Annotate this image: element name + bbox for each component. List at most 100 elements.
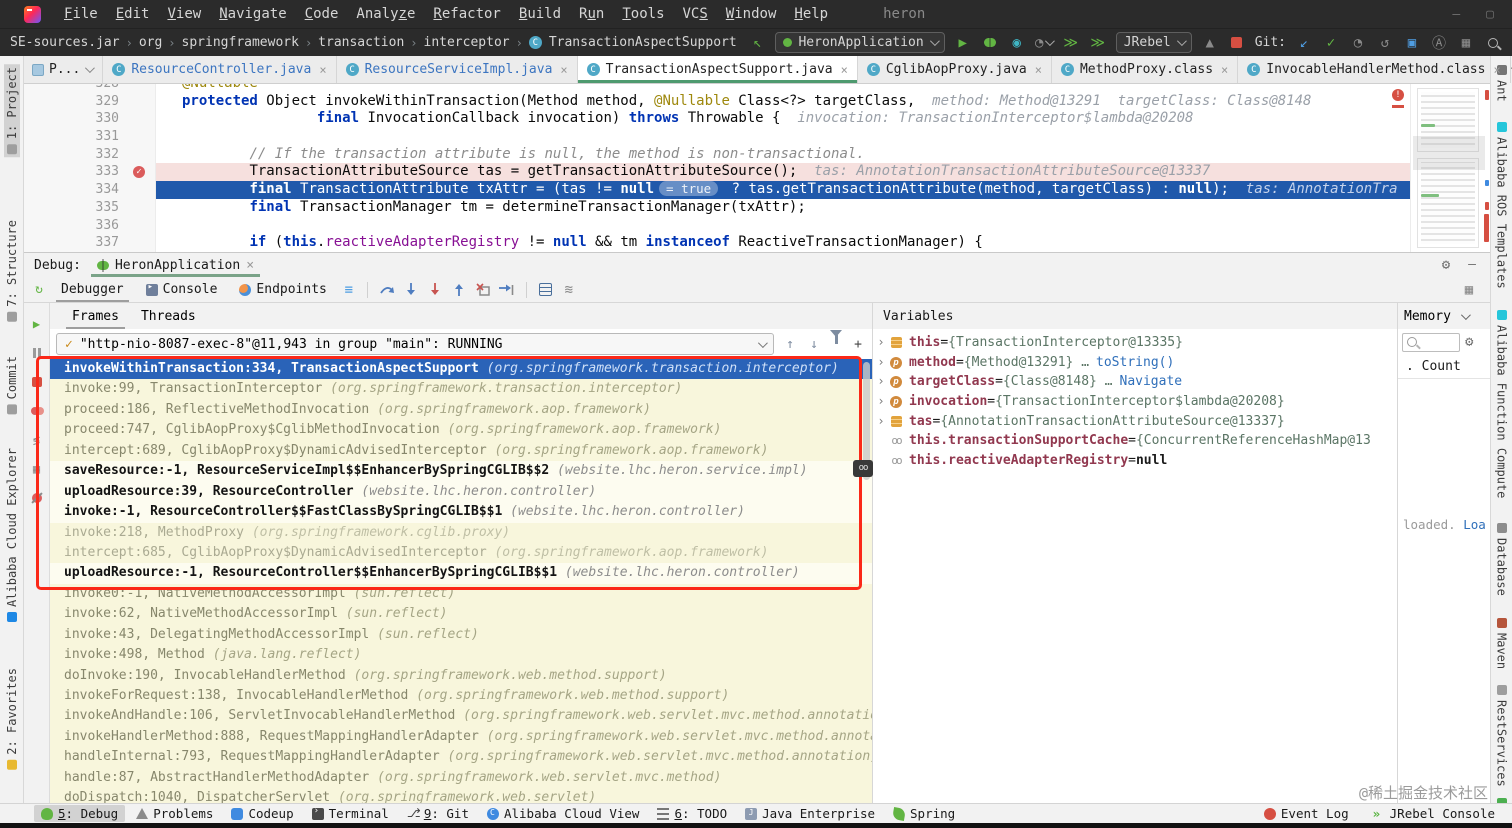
profiler-button[interactable]: ◔ xyxy=(1035,34,1056,52)
rollback-button[interactable]: ↺ xyxy=(1376,34,1394,52)
statusbar-item-5-debug[interactable]: 5: Debug xyxy=(34,805,126,822)
layout-settings-icon[interactable]: ≋ xyxy=(560,281,578,299)
variable-row[interactable]: › p method = {Method@13291} … toString() xyxy=(873,353,1397,373)
editor-gutter[interactable]: 329 xyxy=(24,92,156,111)
code-line[interactable]: 330 final InvocationCallback invocation)… xyxy=(24,110,1490,129)
expand-chevron-icon[interactable]: › xyxy=(873,392,889,412)
sidebar-item-alibaba-function-compute[interactable]: Alibaba Function Compute xyxy=(1494,307,1510,501)
statusbar-item-9-git[interactable]: 9: Git xyxy=(400,805,476,822)
stack-frame[interactable]: invokeAndHandle:106, ServletInvocableHan… xyxy=(50,706,872,726)
debug-button[interactable] xyxy=(981,34,999,52)
code-line[interactable]: 335 final TransactionManager tm = determ… xyxy=(24,198,1490,217)
expand-chevron-icon[interactable]: › xyxy=(873,353,889,373)
code-line[interactable]: 332 // If the transaction attribute is n… xyxy=(24,145,1490,164)
editor-gutter[interactable]: 328 xyxy=(24,84,156,93)
close-icon[interactable]: × xyxy=(560,63,567,77)
close-icon[interactable]: × xyxy=(319,63,326,77)
editor-tab-cglibaopproxy-java[interactable]: C CglibAopProxy.java × xyxy=(858,56,1052,83)
code-line[interactable]: 336 xyxy=(24,216,1490,235)
code-line[interactable]: 331 xyxy=(24,128,1490,146)
menu-build[interactable]: Build xyxy=(510,6,570,22)
minimap-viewport[interactable] xyxy=(1413,136,1485,170)
shelve-button[interactable]: ▣ xyxy=(1403,34,1421,52)
stack-frame[interactable]: invoke:-1, ResourceController$$FastClass… xyxy=(50,502,872,523)
stack-frame[interactable]: invokeForRequest:138, InvocableHandlerMe… xyxy=(50,686,872,706)
breadcrumb-item[interactable]: transaction xyxy=(316,35,406,50)
expand-chevron-icon[interactable]: › xyxy=(873,412,889,432)
close-icon[interactable]: × xyxy=(1493,63,1500,77)
run-to-cursor-icon[interactable] xyxy=(497,281,517,299)
stack-frame[interactable]: invoke0:-1, NativeMethodAccessorImpl (su… xyxy=(50,584,872,604)
statusbar-item-codeup[interactable]: Codeup xyxy=(224,805,300,822)
translate-button[interactable]: Ⓐ xyxy=(1430,34,1448,52)
statusbar-item-problems[interactable]: Problems xyxy=(129,805,220,822)
maximize-icon[interactable]: ▢ xyxy=(1486,7,1494,22)
jrebel-debug-button[interactable]: ≫ xyxy=(1089,34,1107,52)
breadcrumb-item[interactable]: interceptor xyxy=(422,35,512,50)
menu-window[interactable]: Window xyxy=(717,6,786,22)
stack-frame[interactable]: intercept:685, CglibAopProxy$DynamicAdvi… xyxy=(50,543,872,563)
variable-row[interactable]: › this = {TransactionInterceptor@13335} xyxy=(873,333,1397,353)
drop-frame-icon[interactable] xyxy=(473,281,493,299)
sidebar-item-database[interactable]: Database xyxy=(1494,520,1510,599)
settings-button[interactable]: ▦ xyxy=(30,462,44,476)
project-tool-tab[interactable]: P... xyxy=(24,56,104,83)
editor-tab-transactionaspectsupport-java[interactable]: C TransactionAspectSupport.java × xyxy=(577,56,858,83)
tab-console[interactable]: Console xyxy=(137,277,227,302)
statusbar-item-6-todo[interactable]: 6: TODO xyxy=(650,805,734,822)
code-line[interactable]: 329 protected Object invokeWithinTransact… xyxy=(24,92,1490,111)
editor-gutter[interactable]: 336 xyxy=(24,216,156,235)
memory-settings-gear-icon[interactable]: ⚙ xyxy=(1465,334,1473,350)
tab-threads[interactable]: Threads xyxy=(131,303,206,329)
force-step-into-icon[interactable] xyxy=(425,281,445,299)
minimize-icon[interactable]: – xyxy=(1452,7,1460,22)
close-icon[interactable]: × xyxy=(246,258,254,273)
stack-frame[interactable]: doInvoke:190, InvocableHandlerMethod (or… xyxy=(50,666,872,686)
menu-refactor[interactable]: Refactor xyxy=(424,6,509,22)
sidebar-item-restservices[interactable]: RestServices xyxy=(1494,682,1510,790)
editor-gutter[interactable]: 330 xyxy=(24,110,156,129)
stack-frame[interactable]: handleInternal:793, RequestMappingHandle… xyxy=(50,747,872,767)
stack-frame[interactable]: invoke:99, TransactionInterceptor (org.s… xyxy=(50,379,872,399)
breadcrumb-item[interactable]: SE-sources.jar xyxy=(8,35,122,50)
view-breakpoints-button[interactable] xyxy=(30,404,44,418)
editor-tab-resourceserviceimpl-java[interactable]: C ResourceServiceImpl.java × xyxy=(337,56,578,83)
variable-row[interactable]: › p invocation = {TransactionInterceptor$l… xyxy=(873,392,1397,412)
jrebel-run-button[interactable]: ≫ xyxy=(1062,34,1080,52)
stack-frame[interactable]: invokeHandlerMethod:888, RequestMappingH… xyxy=(50,727,872,747)
editor-gutter[interactable]: 333 ✓ xyxy=(24,163,156,182)
expand-chevron-icon[interactable]: › xyxy=(873,372,889,392)
tab-endpoints[interactable]: Endpoints xyxy=(230,277,335,302)
error-indicator-icon[interactable]: ! xyxy=(1392,89,1404,101)
statusbar-item-event-log[interactable]: Event Log xyxy=(1257,805,1356,822)
variable-action-link[interactable]: Navigate xyxy=(1120,372,1183,392)
editor-tab-invocablehandlermethod-class[interactable]: C InvocableHandlerMethod.class × xyxy=(1238,56,1511,83)
debug-session-tab[interactable]: HeronApplication × xyxy=(89,253,262,277)
sidebar-item-commit[interactable]: Commit xyxy=(4,353,20,417)
editor-gutter[interactable]: 335 xyxy=(24,198,156,217)
stack-frame[interactable]: doDispatch:1040, DispatcherServlet (org.… xyxy=(50,788,872,803)
stack-frame[interactable]: saveResource:-1, ResourceServiceImpl$$En… xyxy=(50,461,872,482)
screens-layout-icon[interactable]: ▦ xyxy=(1460,281,1478,299)
evaluate-expression-icon[interactable] xyxy=(536,281,556,299)
editor-gutter[interactable]: 334 xyxy=(24,181,156,199)
sidebar-item-maven[interactable]: Maven xyxy=(1494,615,1510,672)
variable-action-link[interactable]: toString() xyxy=(1096,353,1174,373)
breadcrumb-item[interactable]: springframework xyxy=(180,35,301,50)
stack-frame[interactable]: invoke:498, Method (java.lang.reflect) xyxy=(50,645,872,665)
step-into-icon[interactable] xyxy=(401,281,421,299)
editor-gutter[interactable]: 332 xyxy=(24,145,156,164)
tab-frames[interactable]: Frames xyxy=(62,303,129,329)
menu-vcs[interactable]: VCS xyxy=(674,6,717,22)
tab-debugger[interactable]: Debugger xyxy=(52,277,133,302)
mute-breakpoints-button[interactable] xyxy=(30,491,44,505)
close-icon[interactable]: × xyxy=(841,63,848,77)
menu-help[interactable]: Help xyxy=(785,6,837,22)
code-editor[interactable]: 328@Nullable329protected Object invokeWi… xyxy=(24,84,1490,252)
run-button[interactable]: ▶ xyxy=(954,34,972,52)
code-line[interactable]: 328 @Nullable xyxy=(24,84,1490,93)
memory-search-input[interactable] xyxy=(1402,332,1460,352)
code-line[interactable]: 337 if (this.reactiveAdapterRegistry != … xyxy=(24,234,1490,252)
code-line[interactable]: 333 ✓ TransactionAttributeSource tas = ge… xyxy=(24,163,1490,182)
step-out-icon[interactable] xyxy=(449,281,469,299)
